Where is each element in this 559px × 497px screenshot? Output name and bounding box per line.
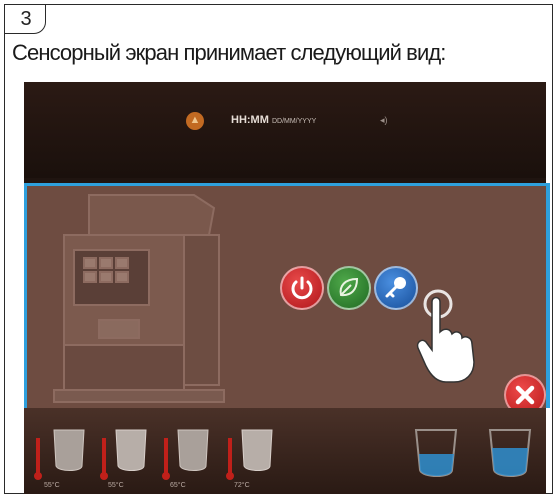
water-pitcher-2[interactable]	[488, 429, 532, 477]
pitcher-4-temp: 72°C	[234, 482, 250, 489]
power-icon	[291, 276, 313, 300]
eco-button[interactable]	[327, 266, 371, 310]
pitcher-3-temp: 65°C	[170, 482, 186, 489]
panel-border	[546, 183, 550, 408]
power-button[interactable]	[280, 266, 324, 310]
warning-icon[interactable]: ▲	[186, 112, 204, 130]
pointing-hand-icon	[416, 289, 475, 383]
step-badge: 3	[4, 4, 46, 34]
pitcher-3[interactable]	[162, 429, 209, 480]
pitcher-1[interactable]	[34, 429, 85, 480]
pitcher-4[interactable]	[226, 429, 273, 480]
pitcher-1-temp: 55°C	[44, 482, 60, 489]
leaf-icon	[339, 277, 359, 297]
clock-time: HH:MM	[231, 114, 269, 126]
status-bar: ▲ HH:MM DD/MM/YYYY ◂)	[24, 82, 546, 178]
pitcher-icons	[34, 429, 532, 480]
pitcher-bar: 55°C 55°C 65°C 72°C	[24, 408, 546, 494]
instruction-caption: Сенсорный экран принимает следующий вид:	[12, 40, 446, 65]
pitcher-2-temp: 55°C	[108, 482, 124, 489]
water-pitcher-1[interactable]	[414, 429, 458, 477]
step-number: 3	[20, 8, 32, 30]
pitcher-2[interactable]	[100, 429, 147, 480]
clock: HH:MM DD/MM/YYYY	[231, 114, 316, 126]
coffee-machine-illustration	[53, 194, 225, 403]
volume-icon[interactable]: ◂)	[380, 115, 388, 126]
clock-date: DD/MM/YYYY	[271, 118, 317, 125]
